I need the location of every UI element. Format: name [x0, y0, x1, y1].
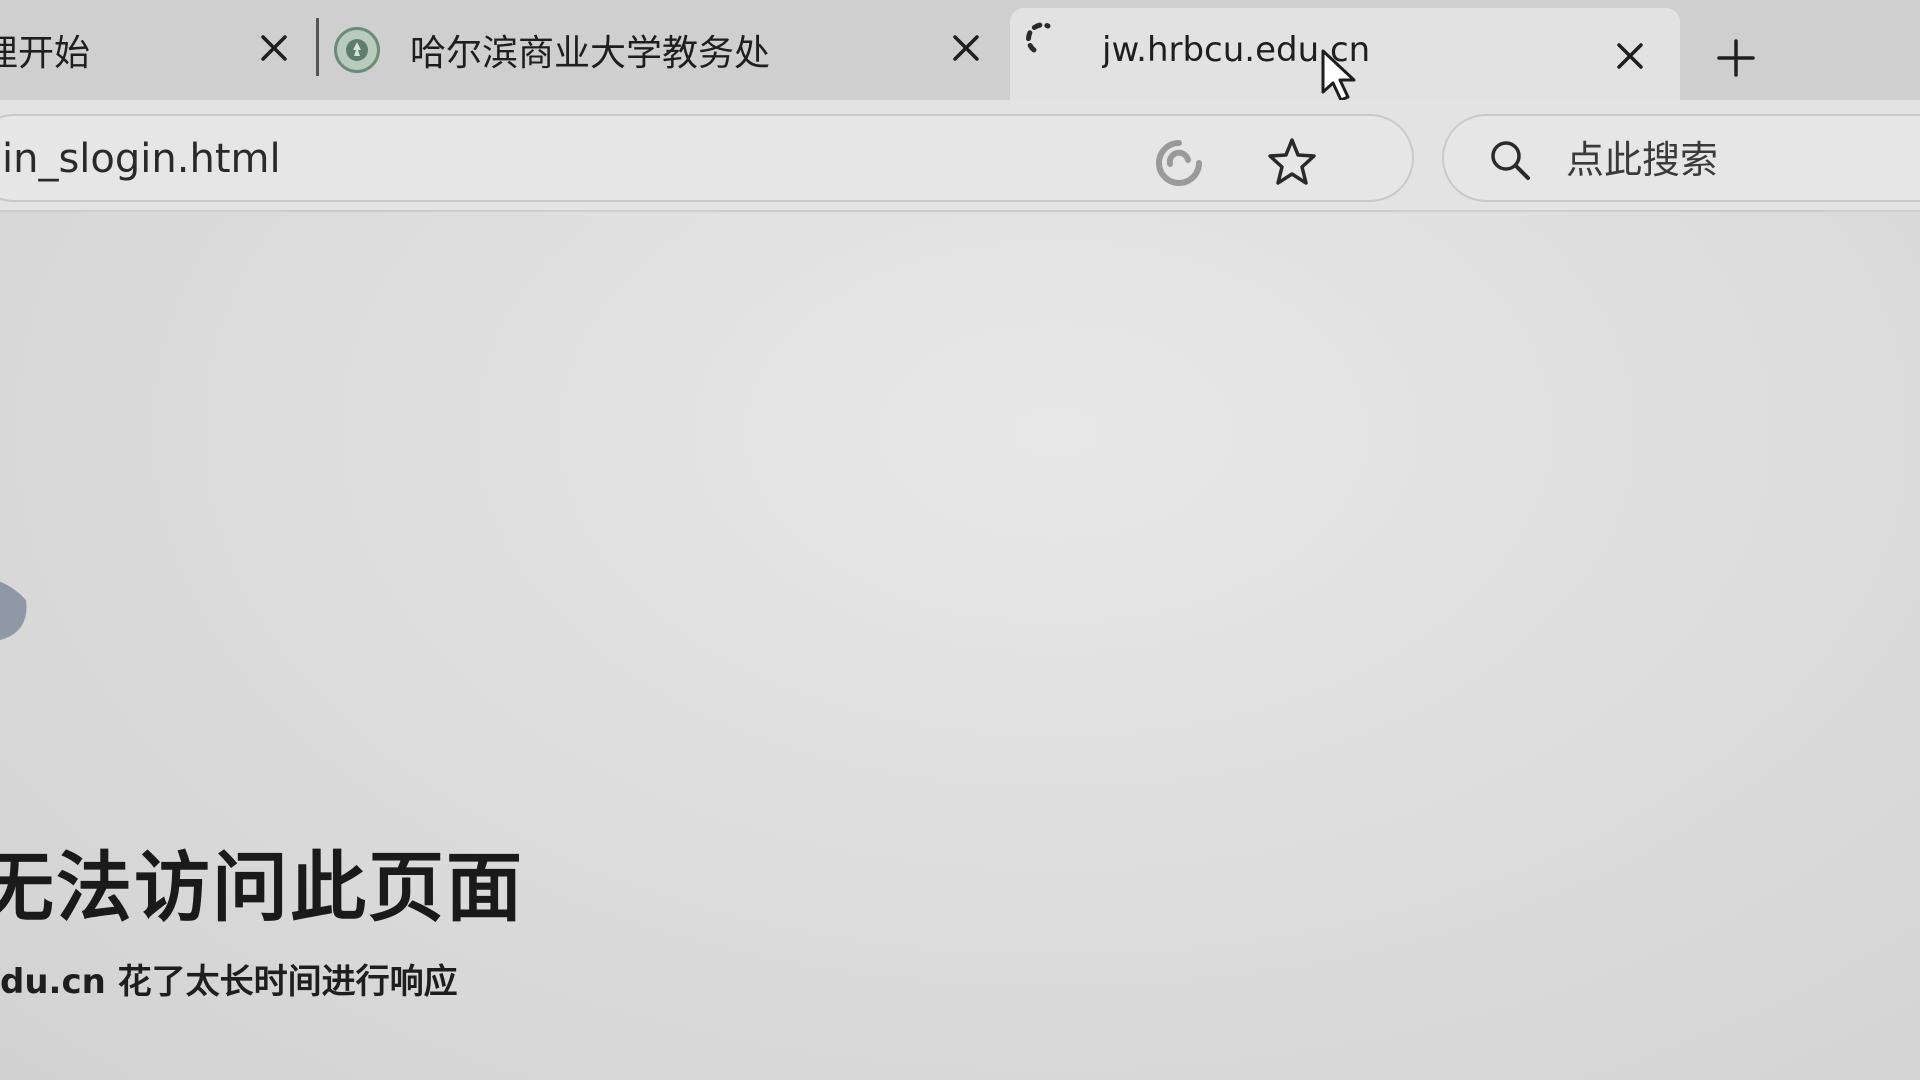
star-icon[interactable] [1266, 136, 1318, 188]
error-detail: du.cn 花了太长时间进行响应 [0, 962, 458, 1002]
tab-title: 浬开始 [0, 33, 91, 74]
search-icon [1491, 141, 1530, 180]
tab-strip: 浬开始 哈尔滨商业大学教务处 jw.hrbcu.edu.cn [0, 0, 1920, 102]
close-icon [953, 35, 979, 61]
tab-close-button[interactable] [254, 28, 294, 68]
tab-jwc[interactable]: 哈尔滨商业大学教务处 [330, 0, 1000, 100]
cursor-icon [1321, 49, 1356, 102]
tab-start[interactable]: 浬开始 [0, 0, 310, 100]
address-url[interactable]: in_slogin.html [2, 136, 281, 182]
tab-favicon-icon [334, 27, 380, 73]
search-box[interactable] [1442, 114, 1920, 202]
loading-spinner-icon [1026, 22, 1051, 53]
search-input[interactable] [1564, 132, 1920, 188]
error-title: 无法访问此页面 [0, 843, 524, 932]
close-icon [1617, 43, 1643, 69]
plus-icon [1717, 39, 1755, 77]
tab-close-button[interactable] [946, 28, 986, 68]
new-tab-button[interactable] [1708, 30, 1764, 86]
tab-separator [316, 18, 319, 76]
sad-face-icon [0, 581, 27, 640]
close-icon [261, 35, 287, 61]
address-bar[interactable]: in_slogin.html [0, 114, 1414, 202]
reader-icon[interactable] [1154, 138, 1204, 188]
tab-title: 哈尔滨商业大学教务处 [410, 33, 771, 74]
tab-close-button[interactable] [1610, 36, 1650, 76]
browser-window: 浬开始 哈尔滨商业大学教务处 jw.hrbcu.edu.cn in_slogin… [0, 0, 1920, 1080]
toolbar: in_slogin.html [0, 100, 1920, 212]
